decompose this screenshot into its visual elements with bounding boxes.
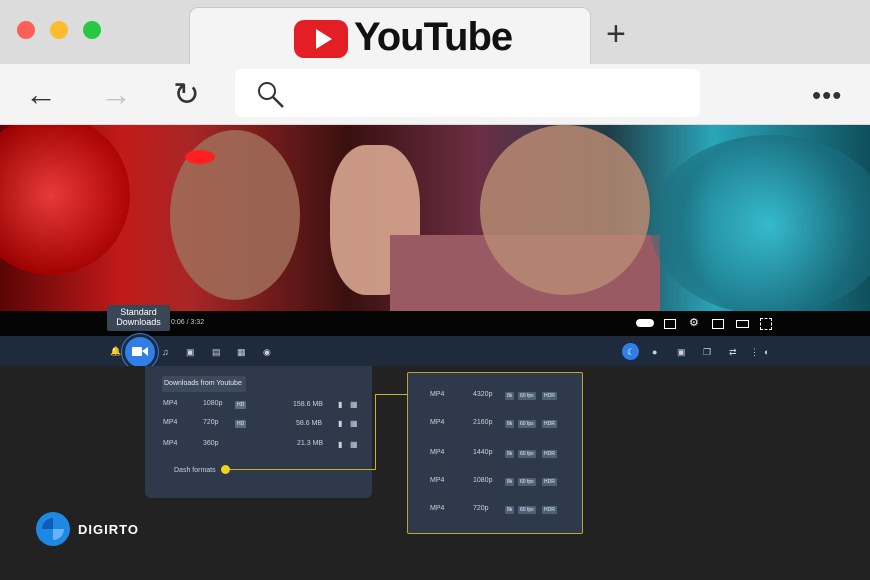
minimize-window-button[interactable]: [50, 21, 68, 39]
help-icon[interactable]: ◐: [764, 347, 769, 357]
picture-in-picture-icon[interactable]: ▣: [677, 347, 686, 357]
quality-label: 2160p: [473, 419, 493, 426]
connector-line: [375, 394, 407, 395]
8k-badge: 8k: [505, 506, 515, 514]
download-icon[interactable]: ▮: [338, 400, 342, 410]
reload-button[interactable]: ↻: [173, 78, 200, 110]
fps-badge: 60 fps: [518, 420, 536, 428]
fps-badge: 60 fps: [518, 450, 536, 458]
tab-title: YouTube: [354, 15, 513, 59]
format-label: MP4: [163, 419, 178, 426]
miniplayer-icon[interactable]: [712, 319, 724, 329]
quality-label: 1440p: [473, 449, 493, 456]
loop-icon[interactable]: ⇄: [729, 347, 737, 357]
hdr-badge: HDR: [542, 450, 557, 458]
autoplay-toggle[interactable]: [636, 319, 654, 327]
file-size: 21.3 MB: [297, 440, 324, 447]
format-label: MP4: [163, 400, 178, 407]
music-icon[interactable]: ♫: [162, 347, 169, 357]
download-icon[interactable]: ▮: [338, 419, 342, 429]
format-label: MP4: [430, 419, 445, 426]
panel-title: Downloads from Youtube: [162, 376, 246, 392]
settings-icon[interactable]: ⚙: [689, 318, 699, 329]
8k-badge: 8k: [505, 420, 515, 428]
video-camera-icon: [132, 347, 148, 356]
playlist-icon[interactable]: ▣: [186, 347, 195, 357]
captions-icon[interactable]: [664, 319, 676, 329]
format-label: MP4: [430, 391, 445, 398]
qr-code-icon[interactable]: ▦: [350, 419, 358, 429]
new-tab-button[interactable]: +: [606, 17, 626, 51]
lightbulb-icon[interactable]: ●: [652, 347, 657, 357]
forward-button[interactable]: →: [100, 78, 132, 110]
qr-code-icon[interactable]: ▦: [350, 400, 358, 410]
theater-mode-icon[interactable]: [736, 320, 749, 328]
format-label: MP4: [163, 440, 178, 447]
hd-badge: HD: [235, 401, 247, 409]
subtitles-icon[interactable]: ▦: [237, 347, 246, 357]
search-icon: [258, 82, 284, 108]
format-label: MP4: [430, 449, 445, 456]
quality-label: 360p: [203, 440, 219, 447]
copy-icon[interactable]: ❐: [703, 347, 711, 357]
maximize-window-button[interactable]: [83, 21, 101, 39]
download-icon[interactable]: ▮: [338, 440, 342, 450]
moon-icon: ☾: [627, 347, 636, 357]
connector-dot: [221, 465, 230, 474]
8k-badge: 8k: [505, 478, 515, 486]
tooltip: Standard Downloads: [107, 305, 170, 331]
hd-badge: HD: [235, 420, 247, 428]
fps-badge: 60 fps: [518, 478, 536, 486]
hdr-badge: HDR: [542, 392, 557, 400]
back-button[interactable]: ←: [25, 78, 57, 110]
address-bar[interactable]: [235, 69, 700, 117]
file-size: 58.6 MB: [296, 420, 323, 427]
8k-badge: 8k: [505, 450, 515, 458]
hdr-badge: HDR: [542, 478, 557, 486]
connector-line: [230, 469, 375, 470]
quality-label: 720p: [203, 419, 219, 426]
play-icon: [316, 29, 332, 49]
image-icon[interactable]: ▤: [212, 347, 221, 357]
logo-text: DIGIRTO: [78, 522, 139, 537]
quality-label: 4320p: [473, 391, 493, 398]
8k-badge: 8k: [505, 392, 515, 400]
hdr-badge: HDR: [542, 506, 557, 514]
kebab-menu-icon[interactable]: ⋮: [750, 347, 759, 357]
video-frame[interactable]: [0, 125, 870, 311]
fullscreen-icon[interactable]: [760, 318, 772, 330]
file-size: 158.6 MB: [293, 401, 323, 408]
quality-label: 720p: [473, 505, 489, 512]
hdr-badge: HDR: [542, 420, 557, 428]
format-label: MP4: [430, 505, 445, 512]
connector-line: [375, 394, 376, 470]
qr-code-icon[interactable]: ▦: [350, 440, 358, 450]
fps-badge: 60 fps: [518, 392, 536, 400]
video-time: 0:06 / 3:32: [171, 319, 205, 326]
dash-formats-label[interactable]: Dash formats: [174, 467, 216, 474]
quality-label: 1080p: [203, 400, 223, 407]
bell-icon[interactable]: 🔔: [110, 346, 121, 356]
quality-label: 1080p: [473, 477, 493, 484]
format-label: MP4: [430, 477, 445, 484]
close-window-button[interactable]: [17, 21, 35, 39]
logo-pattern: [42, 518, 64, 540]
camera-icon[interactable]: ◉: [263, 347, 271, 357]
more-menu-button[interactable]: •••: [812, 80, 842, 111]
fps-badge: 60 fps: [518, 506, 536, 514]
